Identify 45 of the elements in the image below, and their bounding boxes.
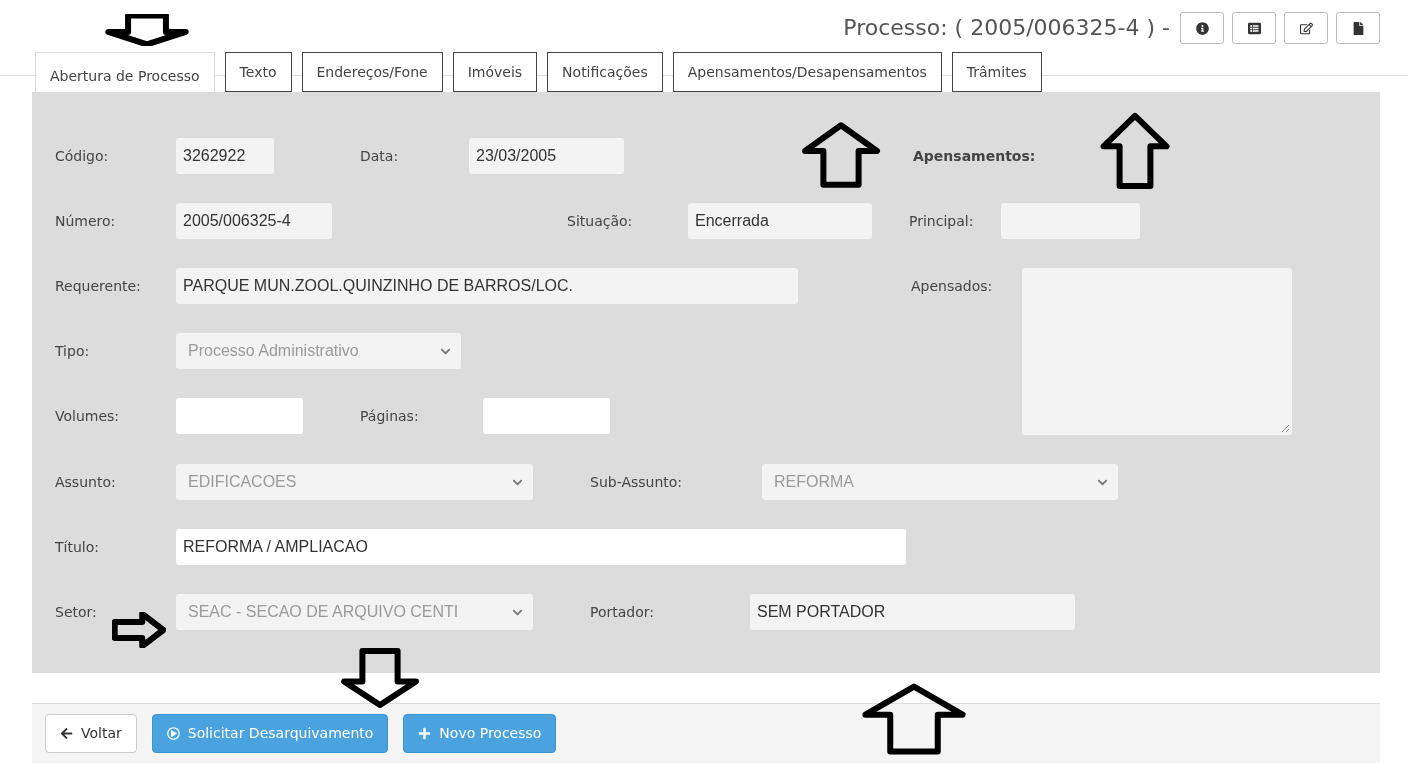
up-arrow-icon	[1100, 112, 1170, 190]
field-label: Volumes:	[55, 406, 120, 426]
action-button[interactable]: Voltar	[45, 714, 137, 753]
plus-icon	[418, 727, 432, 740]
field-label: Requerente:	[55, 276, 141, 296]
tab[interactable]: Apensamentos/Desapensamentos	[672, 52, 942, 92]
field-label: Apensados:	[911, 277, 993, 296]
field-label: Título:	[55, 537, 99, 557]
right-arrow-icon	[112, 612, 166, 648]
process-title: Processo: ( 2005/006325-4 ) -	[843, 14, 1170, 42]
field-label: Situação:	[567, 211, 633, 231]
toolbar-button[interactable]	[1180, 12, 1224, 44]
tab[interactable]: Imóveis	[452, 52, 538, 92]
edit-icon	[1299, 21, 1313, 35]
field-label: Páginas:	[360, 406, 419, 426]
resize-handle-icon	[1280, 423, 1290, 433]
arrow-left-icon	[60, 727, 73, 740]
list-icon	[1247, 21, 1261, 35]
tab[interactable]: Trâmites	[951, 52, 1042, 92]
tab[interactable]: Endereços/Fone	[301, 52, 443, 92]
tab[interactable]: Texto	[224, 52, 292, 92]
toolbar-button[interactable]	[1336, 12, 1380, 44]
field-label: Setor:	[55, 602, 97, 622]
info-icon	[1195, 21, 1209, 35]
tab[interactable]: Abertura de Processo	[35, 52, 215, 92]
input-field[interactable]	[176, 398, 303, 434]
input-field[interactable]: REFORMA / AMPLIACAO	[176, 529, 906, 565]
field-label: Sub-Assunto:	[590, 472, 683, 492]
field-label: Principal:	[909, 211, 974, 231]
field-label: Tipo:	[55, 341, 90, 361]
down-arrow-icon	[340, 648, 420, 708]
field-label: Assunto:	[55, 472, 116, 492]
section-heading: Apensamentos:	[913, 146, 1036, 166]
field-label: Código:	[55, 146, 109, 166]
tab[interactable]: Notificações	[547, 52, 663, 92]
field-label: Número:	[55, 211, 116, 231]
up-arrow-icon	[860, 683, 968, 755]
field-label: Portador:	[590, 602, 654, 622]
input-field[interactable]	[483, 398, 610, 434]
toolbar-button[interactable]	[1232, 12, 1276, 44]
field-label: Data:	[360, 146, 399, 166]
file-icon	[1351, 21, 1365, 35]
down-arrow-icon	[104, 14, 190, 46]
up-arrow-icon	[801, 122, 881, 188]
toolbar-button[interactable]	[1284, 12, 1328, 44]
